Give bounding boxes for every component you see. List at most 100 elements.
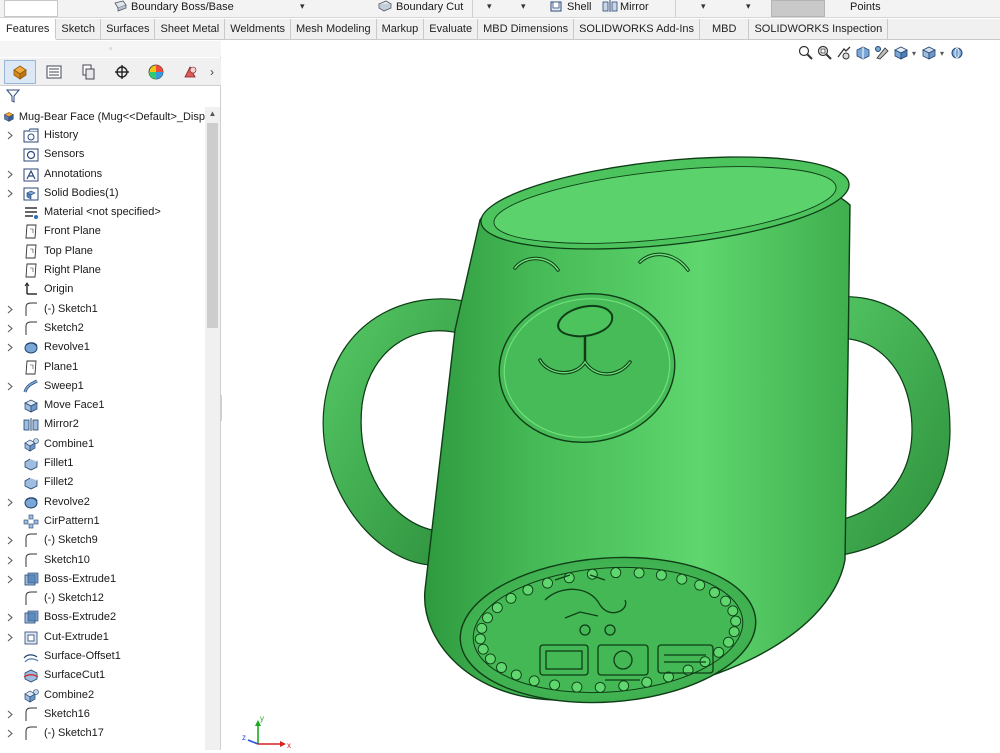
expand-chevron-icon[interactable]: [7, 536, 13, 545]
tree-item-solid-bodies-1[interactable]: Solid Bodies(1): [0, 184, 205, 203]
tree-item-material-not-specified[interactable]: Material <not specified>: [0, 203, 205, 222]
expand-chevron-icon[interactable]: [7, 613, 13, 622]
section-view-icon[interactable]: [855, 45, 871, 61]
tree-item-front-plane[interactable]: Front Plane: [0, 222, 205, 241]
display-style-icon[interactable]: [921, 45, 937, 61]
mirror-button[interactable]: Mirror: [602, 0, 649, 17]
tree-item-surfacecut1[interactable]: SurfaceCut1: [0, 666, 205, 685]
ribbon-dropdown-2[interactable]: ▾: [487, 1, 492, 12]
tab-sketch[interactable]: Sketch: [56, 19, 102, 40]
tree-item-top-plane[interactable]: Top Plane: [0, 242, 205, 261]
boundary-cut-button[interactable]: Boundary Cut: [378, 0, 463, 17]
tree-item-sketch9[interactable]: (-) Sketch9: [0, 531, 205, 550]
tree-item-boss-extrude1[interactable]: Boss-Extrude1: [0, 570, 205, 589]
tab-markup[interactable]: Markup: [377, 19, 425, 40]
dimxpert-manager-tab[interactable]: [106, 60, 138, 84]
ribbon-dropdown-5[interactable]: ▾: [746, 1, 751, 12]
points-button[interactable]: Points: [850, 0, 881, 17]
tab-sheet-metal[interactable]: Sheet Metal: [155, 19, 226, 40]
tree-item-sketch10[interactable]: Sketch10: [0, 551, 205, 570]
tree-scrollbar[interactable]: ▲: [205, 107, 220, 750]
display-manager-tab[interactable]: [140, 60, 172, 84]
tree-item-cut-extrude1[interactable]: Cut-Extrude1: [0, 628, 205, 647]
tree-item-mirror2[interactable]: Mirror2: [0, 415, 205, 434]
tab-solidworks-add-ins[interactable]: SOLIDWORKS Add-Ins: [574, 19, 701, 40]
tree-filter[interactable]: [0, 86, 221, 106]
tree-item-combine1[interactable]: Combine1: [0, 435, 205, 454]
tree-item-history[interactable]: History: [0, 126, 205, 145]
expand-chevron-icon[interactable]: [7, 575, 13, 584]
tab-features[interactable]: Features: [0, 19, 57, 40]
expand-chevron-icon[interactable]: [7, 324, 13, 333]
tree-item-sketch2[interactable]: Sketch2: [0, 319, 205, 338]
expand-chevron-icon[interactable]: [7, 498, 13, 507]
tree-item-move-face1[interactable]: Move Face1: [0, 396, 205, 415]
expand-chevron-icon[interactable]: [7, 305, 13, 314]
tree-item-surface-offset1[interactable]: Surface-Offset1: [0, 647, 205, 666]
tab-solidworks-inspection[interactable]: SOLIDWORKS Inspection: [749, 19, 889, 40]
tree-item-revolve2[interactable]: Revolve2: [0, 493, 205, 512]
zoom-to-fit-icon[interactable]: [798, 45, 814, 61]
tab-mbd[interactable]: MBD: [700, 19, 750, 40]
expand-chevron-icon[interactable]: [7, 343, 13, 352]
configuration-manager-tab[interactable]: [72, 60, 104, 84]
property-manager-tab[interactable]: [38, 60, 70, 84]
zoom-to-area-icon[interactable]: [817, 45, 833, 61]
ribbon-dropdown-1[interactable]: ▾: [300, 1, 305, 12]
tree-item-plane1[interactable]: Plane1: [0, 358, 205, 377]
view-orientation-dropdown-icon[interactable]: ▾: [912, 49, 916, 58]
expand-chevron-icon[interactable]: [7, 633, 13, 642]
dynamic-annotation-icon[interactable]: [874, 45, 890, 61]
view-orientation-icon[interactable]: [893, 45, 909, 61]
panel-grip[interactable]: ◦: [0, 41, 221, 57]
tree-item-cirpattern1[interactable]: CirPattern1: [0, 512, 205, 531]
graphics-area[interactable]: ▾ ▾: [222, 41, 1000, 750]
tree-item-boss-extrude2[interactable]: Boss-Extrude2: [0, 608, 205, 627]
tree-item-sketch17[interactable]: (-) Sketch17: [0, 724, 205, 743]
expand-chevron-icon[interactable]: [7, 556, 13, 565]
expand-chevron-icon[interactable]: [7, 729, 13, 738]
tree-item-annotations[interactable]: Annotations: [0, 165, 205, 184]
scroll-up-arrow-icon[interactable]: ▲: [205, 107, 220, 121]
tab-mesh-modeling[interactable]: Mesh Modeling: [291, 19, 377, 40]
expand-chevron-icon[interactable]: [7, 382, 13, 391]
tree-item-fillet2[interactable]: Fillet2: [0, 473, 205, 492]
tree-item-sketch16[interactable]: Sketch16: [0, 705, 205, 724]
tree-item-sweep1[interactable]: Sweep1: [0, 377, 205, 396]
tree-item-right-plane[interactable]: Right Plane: [0, 261, 205, 280]
tab-surfaces[interactable]: Surfaces: [101, 19, 156, 40]
display-style-dropdown-icon[interactable]: ▾: [940, 49, 944, 58]
tree-item-fillet1[interactable]: Fillet1: [0, 454, 205, 473]
base-dot: [618, 680, 630, 692]
hide-show-items-icon[interactable]: [949, 45, 965, 61]
base-dot: [542, 577, 553, 589]
expand-chevron-icon[interactable]: [7, 710, 13, 719]
tree-root-part[interactable]: Mug-Bear Face (Mug<<Default>_Disp: [0, 107, 205, 126]
model-view[interactable]: [222, 41, 1000, 750]
ribbon-field-left[interactable]: [4, 0, 58, 17]
tree-item-combine2[interactable]: Combine2: [0, 686, 205, 705]
tab-weldments[interactable]: Weldments: [225, 19, 292, 40]
tree-item-sketch1[interactable]: (-) Sketch1: [0, 300, 205, 319]
expand-chevron-icon[interactable]: [7, 189, 13, 198]
filter-icon[interactable]: [6, 89, 20, 103]
scroll-thumb[interactable]: [207, 123, 218, 328]
tree-item-revolve1[interactable]: Revolve1: [0, 338, 205, 357]
tree-item-sketch12[interactable]: (-) Sketch12: [0, 589, 205, 608]
previous-view-icon[interactable]: [836, 45, 852, 61]
expand-chevron-icon[interactable]: [7, 170, 13, 179]
feature-manager-tab[interactable]: [4, 59, 36, 84]
boundary-boss-base-button[interactable]: Boundary Boss/Base: [113, 0, 234, 17]
tree-item-sensors[interactable]: Sensors: [0, 145, 205, 164]
tab-evaluate[interactable]: Evaluate: [424, 19, 479, 40]
appearance-tab[interactable]: [174, 60, 206, 84]
tree-item-origin[interactable]: Origin: [0, 280, 205, 299]
plane-icon: [23, 263, 39, 278]
more-tabs-chevron-icon[interactable]: ›: [210, 65, 214, 79]
tab-mbd-dimensions[interactable]: MBD Dimensions: [478, 19, 575, 40]
shell-button[interactable]: Shell: [549, 0, 591, 17]
ribbon-dropdown-3[interactable]: ▾: [521, 1, 526, 12]
expand-chevron-icon[interactable]: [7, 131, 13, 140]
ribbon-selected-tool[interactable]: [771, 0, 825, 17]
ribbon-dropdown-4[interactable]: ▾: [701, 1, 706, 12]
